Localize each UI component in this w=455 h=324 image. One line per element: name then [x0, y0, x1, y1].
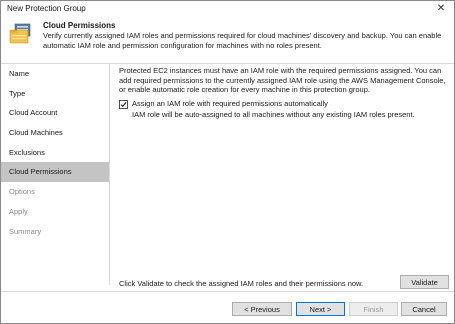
sidebar-item-cloud-machines[interactable]: Cloud Machines	[1, 123, 109, 143]
sidebar-item-cloud-permissions[interactable]: Cloud Permissions	[1, 162, 109, 183]
auto-iam-role-label[interactable]: Assign an IAM role with required permiss…	[132, 99, 328, 108]
dialog-window: New Protection Group ✕ Cloud Permissions…	[0, 0, 455, 324]
close-icon[interactable]: ✕	[432, 1, 450, 17]
check-icon	[120, 102, 127, 108]
cancel-button[interactable]: Cancel	[401, 302, 447, 316]
validate-button[interactable]: Validate	[400, 275, 449, 289]
step-description: Verify currently assigned IAM roles and …	[43, 31, 442, 50]
wizard-steps-sidebar: Name Type Cloud Account Cloud Machines E…	[1, 64, 109, 285]
finish-button: Finish	[349, 302, 398, 316]
permissions-info-text: Protected EC2 instances must have an IAM…	[119, 66, 446, 94]
window-title: New Protection Group	[7, 4, 86, 13]
previous-button[interactable]: < Previous	[232, 302, 292, 316]
sidebar-item-options: Options	[9, 187, 35, 197]
step-title: Cloud Permissions	[43, 21, 116, 30]
sidebar-item-cloud-account[interactable]: Cloud Account	[1, 103, 109, 123]
validate-hint: Click Validate to check the assigned IAM…	[119, 279, 364, 288]
protection-group-icon	[9, 23, 31, 44]
content-panel: Protected EC2 instances must have an IAM…	[109, 64, 454, 289]
sidebar-item-exclusions[interactable]: Exclusions	[1, 143, 109, 163]
sidebar-item-type[interactable]: Type	[1, 84, 109, 104]
title-bar: New Protection Group ✕	[1, 1, 454, 17]
wizard-footer: < Previous Next > Finish Cancel	[1, 291, 454, 323]
step-header: Cloud Permissions Verify currently assig…	[1, 17, 454, 64]
next-button[interactable]: Next >	[296, 302, 345, 316]
sidebar-item-name[interactable]: Name	[1, 64, 109, 84]
auto-iam-role-checkbox[interactable]	[119, 100, 128, 109]
sidebar-item-apply: Apply	[9, 206, 28, 216]
auto-iam-role-note: IAM role will be auto-assigned to all ma…	[132, 110, 415, 119]
sidebar-item-summary: Summary	[9, 226, 42, 236]
